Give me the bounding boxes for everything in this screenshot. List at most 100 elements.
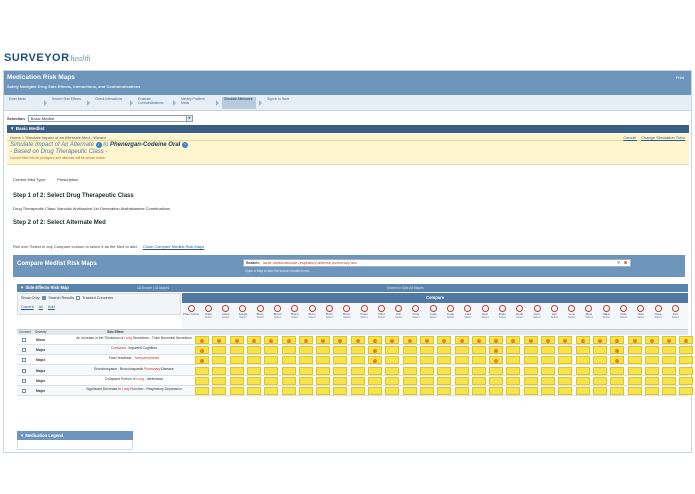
wizard-step[interactable]: Enter Meds bbox=[7, 97, 41, 109]
risk-cell[interactable] bbox=[229, 376, 244, 385]
risk-cell[interactable] bbox=[195, 356, 209, 365]
risk-cell[interactable] bbox=[229, 356, 244, 365]
risk-cell[interactable] bbox=[506, 366, 521, 375]
tracked-concerns-checkbox[interactable] bbox=[76, 296, 81, 300]
risk-cell[interactable] bbox=[575, 356, 590, 365]
risk-cell[interactable] bbox=[333, 346, 348, 355]
risk-cell[interactable] bbox=[281, 387, 296, 395]
all-filter-link[interactable]: All bbox=[39, 305, 43, 309]
risk-cell[interactable] bbox=[506, 346, 521, 355]
drug-ring-icon[interactable] bbox=[533, 305, 541, 312]
risk-cell[interactable] bbox=[627, 336, 642, 344]
risk-cell[interactable] bbox=[195, 346, 209, 355]
risk-cell[interactable] bbox=[592, 336, 607, 344]
select-drug-link[interactable]: Select bbox=[235, 316, 251, 319]
risk-cell[interactable] bbox=[246, 356, 261, 365]
select-drug-link[interactable]: Select bbox=[512, 316, 528, 319]
drug-ring-icon[interactable] bbox=[671, 305, 679, 312]
risk-cell[interactable] bbox=[229, 387, 244, 395]
chevron-down-icon[interactable]: ▼ bbox=[185, 115, 192, 121]
risk-cell[interactable] bbox=[264, 376, 279, 385]
risk-cell[interactable] bbox=[471, 376, 486, 385]
drug-column[interactable]: Nole Select bbox=[616, 305, 632, 319]
risk-cell[interactable] bbox=[402, 366, 417, 375]
risk-cell[interactable] bbox=[627, 356, 642, 365]
select-drug-link[interactable]: Select bbox=[616, 316, 632, 319]
risk-cell[interactable] bbox=[212, 376, 227, 385]
drug-column[interactable]: Code Select bbox=[443, 305, 459, 319]
drug-column[interactable]: Hyc Select bbox=[546, 305, 562, 319]
risk-cell[interactable] bbox=[212, 336, 227, 344]
risk-cell[interactable] bbox=[575, 336, 590, 344]
drug-column[interactable]: Bromi Select bbox=[270, 305, 286, 319]
concern-checkbox[interactable] bbox=[22, 368, 26, 373]
drug-ring-icon[interactable] bbox=[620, 305, 627, 312]
risk-cell[interactable] bbox=[316, 356, 331, 365]
risk-cell[interactable] bbox=[264, 387, 279, 395]
risk-cell[interactable] bbox=[419, 356, 434, 365]
risk-cell[interactable] bbox=[558, 366, 573, 375]
risk-cell[interactable] bbox=[644, 346, 659, 355]
risk-cell[interactable] bbox=[333, 356, 348, 365]
risk-cell[interactable] bbox=[471, 387, 486, 395]
risk-cell[interactable] bbox=[264, 356, 279, 365]
drug-ring-icon[interactable] bbox=[343, 305, 351, 312]
risk-cell[interactable] bbox=[419, 387, 434, 395]
risk-cell[interactable] bbox=[679, 387, 694, 395]
drug-column[interactable]: Endo Select bbox=[494, 305, 510, 319]
risk-cell[interactable] bbox=[402, 387, 417, 395]
risk-cell[interactable] bbox=[558, 356, 573, 365]
drug-ring-icon[interactable] bbox=[395, 305, 403, 312]
select-drug-link[interactable]: Select bbox=[443, 316, 459, 319]
risk-cell[interactable] bbox=[437, 387, 452, 395]
risk-cell[interactable] bbox=[575, 346, 590, 355]
risk-cell[interactable] bbox=[298, 366, 313, 375]
select-drug-link[interactable]: Select bbox=[564, 316, 580, 319]
risk-cell[interactable] bbox=[402, 346, 417, 355]
drug-ring-icon[interactable] bbox=[187, 305, 195, 312]
drug-column[interactable]: Notu Select bbox=[633, 305, 649, 319]
risk-cell[interactable] bbox=[610, 346, 625, 355]
risk-cell[interactable] bbox=[454, 356, 469, 365]
cancel-link[interactable]: Cancel bbox=[623, 135, 635, 140]
risk-cell[interactable] bbox=[264, 366, 279, 375]
risk-cell[interactable] bbox=[454, 387, 469, 395]
wizard-step[interactable]: Sign In to Save bbox=[265, 97, 299, 109]
risk-cell[interactable] bbox=[246, 336, 261, 344]
risk-cell[interactable] bbox=[212, 387, 227, 395]
risk-cell[interactable] bbox=[644, 356, 659, 365]
risk-cell[interactable] bbox=[437, 336, 452, 344]
drug-column[interactable]: Phen Current bbox=[183, 305, 199, 316]
risk-cell[interactable] bbox=[523, 336, 538, 344]
drug-column[interactable]: Dexi Select bbox=[477, 305, 493, 319]
risk-cell[interactable] bbox=[368, 356, 382, 365]
wizard-step[interactable]: Evaluate Contraindications bbox=[136, 97, 170, 109]
risk-cell[interactable] bbox=[644, 366, 659, 375]
risk-cell[interactable] bbox=[679, 336, 694, 344]
risk-cell[interactable] bbox=[246, 346, 261, 355]
drug-column[interactable]: Brom Select bbox=[252, 305, 268, 319]
risk-cell[interactable] bbox=[385, 376, 400, 385]
select-drug-link[interactable]: Select bbox=[218, 316, 234, 319]
side-effect-cell[interactable]: Significant Decrease in Lung Function - … bbox=[75, 387, 193, 391]
medication-legend-bar[interactable]: ▼ Medication Legend bbox=[17, 431, 133, 440]
drug-ring-icon[interactable] bbox=[550, 305, 558, 312]
risk-cell[interactable] bbox=[316, 376, 331, 385]
drug-ring-icon[interactable] bbox=[256, 305, 264, 312]
close-compare-link[interactable]: Close Compare Medlist Risk Maps bbox=[143, 244, 204, 249]
risk-cell[interactable] bbox=[368, 387, 382, 395]
risk-cell[interactable] bbox=[610, 366, 625, 375]
drug-column[interactable]: Cola Select bbox=[460, 305, 476, 319]
select-drug-link[interactable]: Select bbox=[425, 316, 441, 319]
risk-cell[interactable] bbox=[333, 376, 348, 385]
side-effect-cell[interactable]: Fast Heartbeat - Tachyarrhythmia bbox=[75, 356, 193, 360]
select-drug-link[interactable]: Select bbox=[598, 316, 614, 319]
risk-cell[interactable] bbox=[437, 376, 452, 385]
info-icon[interactable]: i bbox=[95, 142, 102, 148]
risk-cell[interactable] bbox=[316, 366, 331, 375]
select-drug-link[interactable]: Select bbox=[200, 316, 216, 319]
risk-cell[interactable] bbox=[523, 356, 538, 365]
risk-cell[interactable] bbox=[471, 346, 486, 355]
drug-column[interactable]: Endo Select bbox=[512, 305, 528, 319]
drug-column[interactable]: Actec Select bbox=[218, 305, 234, 319]
